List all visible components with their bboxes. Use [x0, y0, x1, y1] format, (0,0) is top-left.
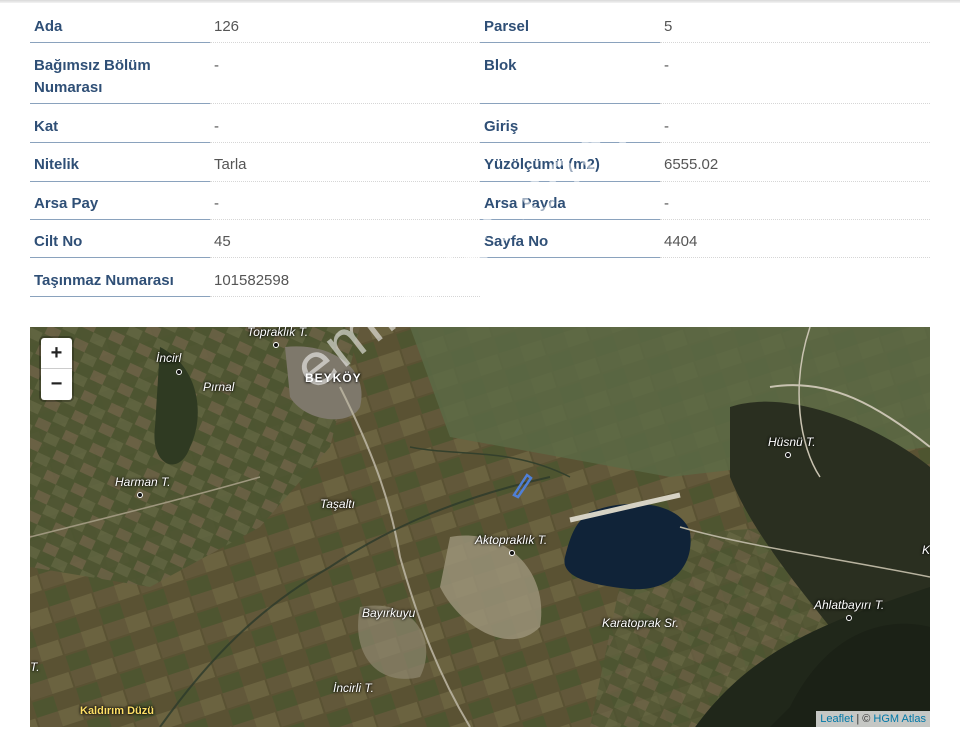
satellite-map[interactable]: Topraklık T. İncirl Pırnal BEYKÖY Harman… [30, 327, 930, 727]
value-cilt-no: 45 [214, 233, 231, 250]
place-label: Ahlatbayırı T. [814, 598, 885, 612]
satellite-imagery [30, 327, 930, 727]
value-arsa-payda: - [664, 195, 669, 212]
place-marker [509, 550, 515, 556]
value-tasinmaz-numarasi: 101582598 [214, 272, 290, 289]
place-label: İncirli T. [333, 681, 374, 695]
place-label: K [922, 543, 930, 557]
value-arsa-pay: - [214, 195, 219, 212]
label-giris: Giriş [484, 118, 519, 135]
place-label: Aktopraklık T. [475, 533, 548, 547]
place-marker [785, 452, 791, 458]
row-divider [210, 219, 480, 220]
hgm-atlas-link[interactable]: HGM Atlas [873, 713, 926, 725]
row-divider [660, 42, 930, 43]
top-divider [0, 0, 960, 3]
value-parsel: 5 [664, 18, 673, 35]
row-divider [30, 296, 210, 297]
row-divider [30, 257, 210, 258]
zoom-control: + − [41, 338, 72, 400]
zoom-out-button[interactable]: − [41, 369, 72, 400]
row-divider [210, 103, 480, 104]
row-divider [660, 142, 930, 143]
value-blok: - [664, 57, 669, 74]
value-kat: - [214, 118, 219, 135]
place-label: Hüsnü T. [768, 435, 816, 449]
row-divider [480, 103, 660, 104]
row-divider [210, 142, 480, 143]
place-marker [273, 342, 279, 348]
zoom-in-button[interactable]: + [41, 338, 72, 369]
row-divider [210, 181, 480, 182]
row-divider [30, 42, 210, 43]
value-nitelik: Tarla [214, 156, 247, 173]
label-nitelik: Nitelik [34, 156, 80, 173]
label-ada: Ada [34, 18, 63, 35]
place-label: Bayırkuyu [362, 606, 416, 620]
label-blok: Blok [484, 57, 517, 74]
row-divider [30, 103, 210, 104]
label-kat: Kat [34, 118, 59, 135]
label-tasinmaz-numarasi: Taşınmaz Numarası [34, 272, 174, 289]
label-bagimsiz-bolum: Bağımsız Bölüm Numarası [34, 57, 151, 96]
place-label: İncirl [156, 351, 182, 365]
label-arsa-pay: Arsa Pay [34, 195, 99, 212]
row-divider [660, 257, 930, 258]
attribution-separator: | © [853, 713, 874, 725]
row-divider [660, 219, 930, 220]
place-marker [137, 492, 143, 498]
row-divider [660, 103, 930, 104]
row-divider [30, 181, 210, 182]
value-sayfa-no: 4404 [664, 233, 698, 250]
value-yuzolcumu: 6555.02 [664, 156, 719, 173]
label-cilt-no: Cilt No [34, 233, 83, 250]
row-divider [210, 42, 480, 43]
place-marker [846, 615, 852, 621]
place-label: Harman T. [115, 475, 171, 489]
row-divider [480, 42, 660, 43]
value-bagimsiz-bolum: - [214, 57, 219, 74]
place-label: Karatoprak Sr. [602, 616, 679, 630]
value-ada: 126 [214, 18, 240, 35]
row-divider [660, 181, 930, 182]
place-label: Kaldırım Düzü [80, 705, 154, 717]
map-attribution: Leaflet | © HGM Atlas [816, 711, 930, 727]
leaflet-link[interactable]: Leaflet [820, 713, 853, 725]
row-divider [30, 219, 210, 220]
place-marker [176, 369, 182, 375]
place-label: T. [30, 660, 40, 674]
value-giris: - [664, 118, 669, 135]
place-label: Pırnal [203, 380, 235, 394]
label-parsel: Parsel [484, 18, 530, 35]
row-divider [30, 142, 210, 143]
place-label: Taşaltı [320, 497, 355, 511]
